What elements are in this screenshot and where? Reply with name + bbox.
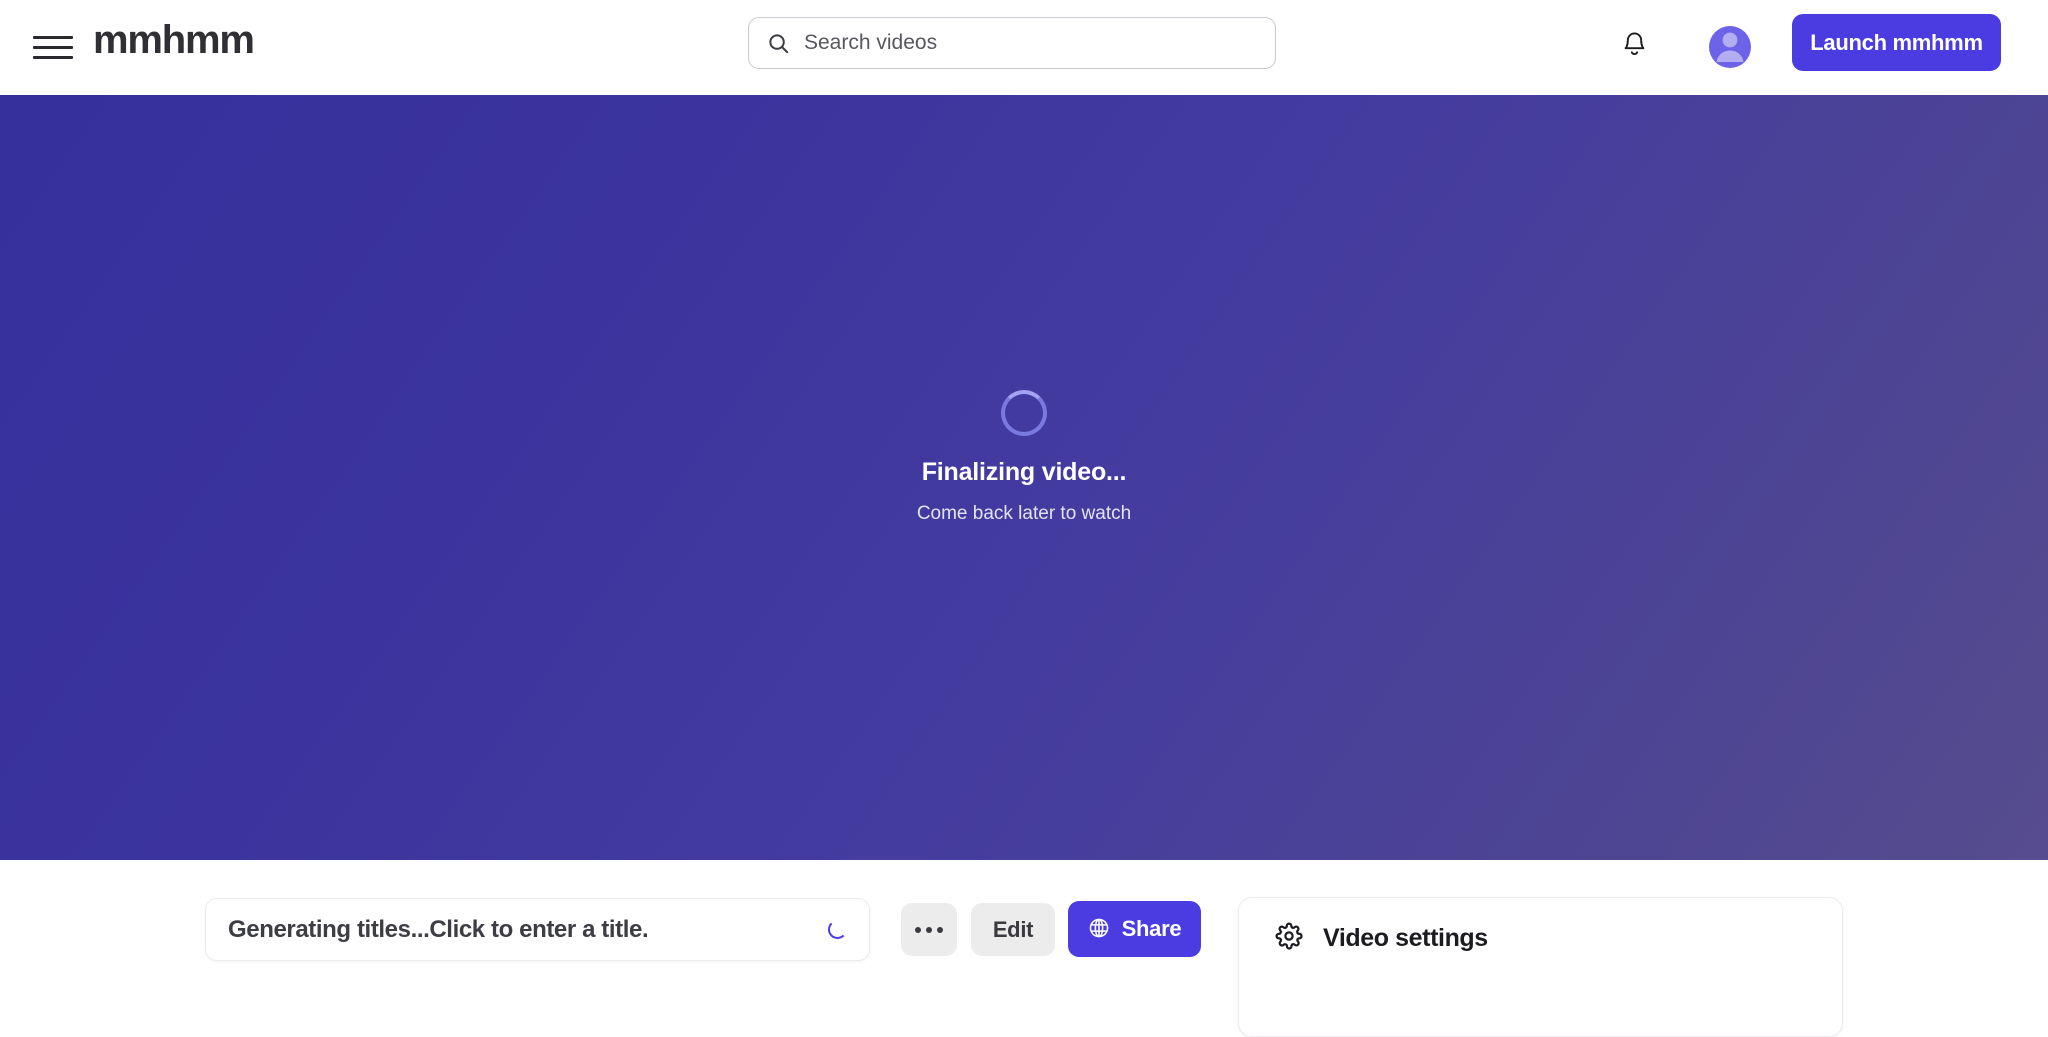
edit-button[interactable]: Edit xyxy=(971,903,1055,956)
notifications-button[interactable] xyxy=(1612,25,1656,69)
video-settings-panel[interactable]: Video settings xyxy=(1238,897,1843,1037)
processing-subtitle: Come back later to watch xyxy=(916,503,1132,524)
user-avatar-icon xyxy=(1709,29,1751,68)
share-button[interactable]: Share xyxy=(1068,901,1201,957)
ellipsis-icon xyxy=(915,926,921,933)
hamburger-menu-icon[interactable] xyxy=(33,32,73,63)
video-title-input[interactable]: Generating titles...Click to enter a tit… xyxy=(205,898,870,961)
more-options-button[interactable] xyxy=(901,903,957,956)
ellipsis-icon xyxy=(937,926,943,933)
brand-logo[interactable]: mmhmm xyxy=(93,18,255,63)
video-title-value: Generating titles...Click to enter a tit… xyxy=(228,915,649,943)
share-button-label: Share xyxy=(1121,916,1182,941)
search-icon xyxy=(767,32,790,55)
bell-icon xyxy=(1621,31,1648,63)
video-processing-status: Finalizing video... Come back later to w… xyxy=(917,390,1131,525)
search-input[interactable] xyxy=(804,31,1257,55)
launch-mmhmm-button[interactable]: Launch mmhmm xyxy=(1792,14,2001,71)
search-bar[interactable] xyxy=(748,17,1276,69)
globe-icon xyxy=(1088,917,1110,942)
video-stage: Finalizing video... Come back later to w… xyxy=(0,95,2048,860)
video-settings-label: Video settings xyxy=(1323,924,1488,952)
processing-title: Finalizing video... xyxy=(921,458,1127,486)
inline-loading-spinner-icon xyxy=(828,920,847,939)
hamburger-bar xyxy=(33,56,73,59)
ellipsis-icon xyxy=(926,926,932,933)
hamburger-bar xyxy=(33,36,73,39)
loading-spinner-icon xyxy=(1001,390,1047,436)
bottom-toolbar: Generating titles...Click to enter a tit… xyxy=(0,860,2048,1037)
gear-icon xyxy=(1275,922,1303,955)
hamburger-bar xyxy=(33,46,73,49)
avatar[interactable] xyxy=(1709,26,1751,68)
app-header: mmhmm Launch mmhmm xyxy=(0,0,2048,95)
